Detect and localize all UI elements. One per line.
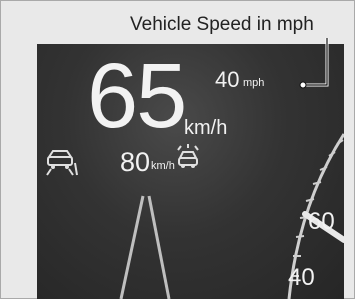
callout-leader [299,38,329,89]
callout-dot [299,81,307,89]
callout-line [305,38,328,86]
callout-line-outline [305,38,329,87]
